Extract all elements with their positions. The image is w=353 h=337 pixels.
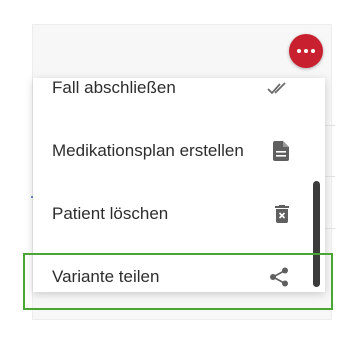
menu-scrollbar[interactable] [311,78,321,292]
menu-item-label: Fall abschließen [52,78,176,97]
menu-item-medikationsplan-erstellen[interactable]: Medikationsplan erstellen [33,119,313,182]
background-divider [325,228,335,229]
more-horizontal-icon [297,49,301,53]
scrollbar-thumb[interactable] [313,181,320,287]
menu-item-patient-loeschen[interactable]: Patient löschen [33,182,313,245]
background-divider [325,176,335,177]
menu-item-variante-teilen[interactable]: Variante teilen [33,245,313,292]
share-icon [270,267,288,286]
menu-item-fall-abschliessen[interactable]: Fall abschließen [33,78,313,119]
document-icon [273,140,289,161]
more-options-button[interactable] [289,34,323,68]
menu-item-label: Patient löschen [52,203,169,223]
menu-item-label: Variante teilen [52,266,160,286]
menu-item-label: Medikationsplan erstellen [52,140,244,160]
double-check-icon [267,81,286,94]
trash-icon [275,204,289,223]
background-divider [325,125,335,126]
context-menu: Fall abschließen Medikationsplan erstell… [33,78,325,292]
